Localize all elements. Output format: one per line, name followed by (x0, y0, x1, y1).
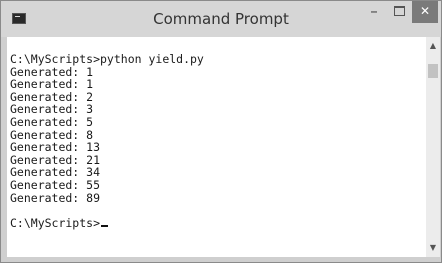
console-output: C:\MyScripts>python yield.py Generated: … (10, 53, 204, 229)
command-prompt-window: Command Prompt – ✕ C:\MyScripts>python y… (0, 0, 442, 263)
console-line: Generated: 5 (10, 114, 94, 129)
console-line: Generated: 89 (10, 190, 101, 205)
console-line: Generated: 13 (10, 140, 101, 155)
console-line: Generated: 1 (10, 77, 94, 92)
console-prompt: C:\MyScripts> (10, 215, 101, 230)
text-cursor (101, 224, 109, 227)
scroll-thumb[interactable] (428, 64, 438, 78)
maximize-icon (394, 6, 405, 16)
scroll-down-icon[interactable]: ▼ (426, 241, 440, 255)
title-bar[interactable]: Command Prompt – ✕ (1, 1, 441, 37)
console-area[interactable]: C:\MyScripts>python yield.py Generated: … (7, 37, 426, 257)
console-prompt-line: C:\MyScripts> (10, 215, 204, 230)
vertical-scrollbar[interactable]: ▲ ▼ (426, 37, 440, 257)
console-line: C:\MyScripts>python yield.py (10, 52, 204, 66)
minimize-button[interactable]: – (361, 1, 387, 23)
close-button[interactable]: ✕ (412, 1, 438, 23)
console-line: Generated: 55 (10, 177, 101, 192)
scroll-up-icon[interactable]: ▲ (426, 39, 440, 53)
maximize-button[interactable] (387, 1, 411, 23)
